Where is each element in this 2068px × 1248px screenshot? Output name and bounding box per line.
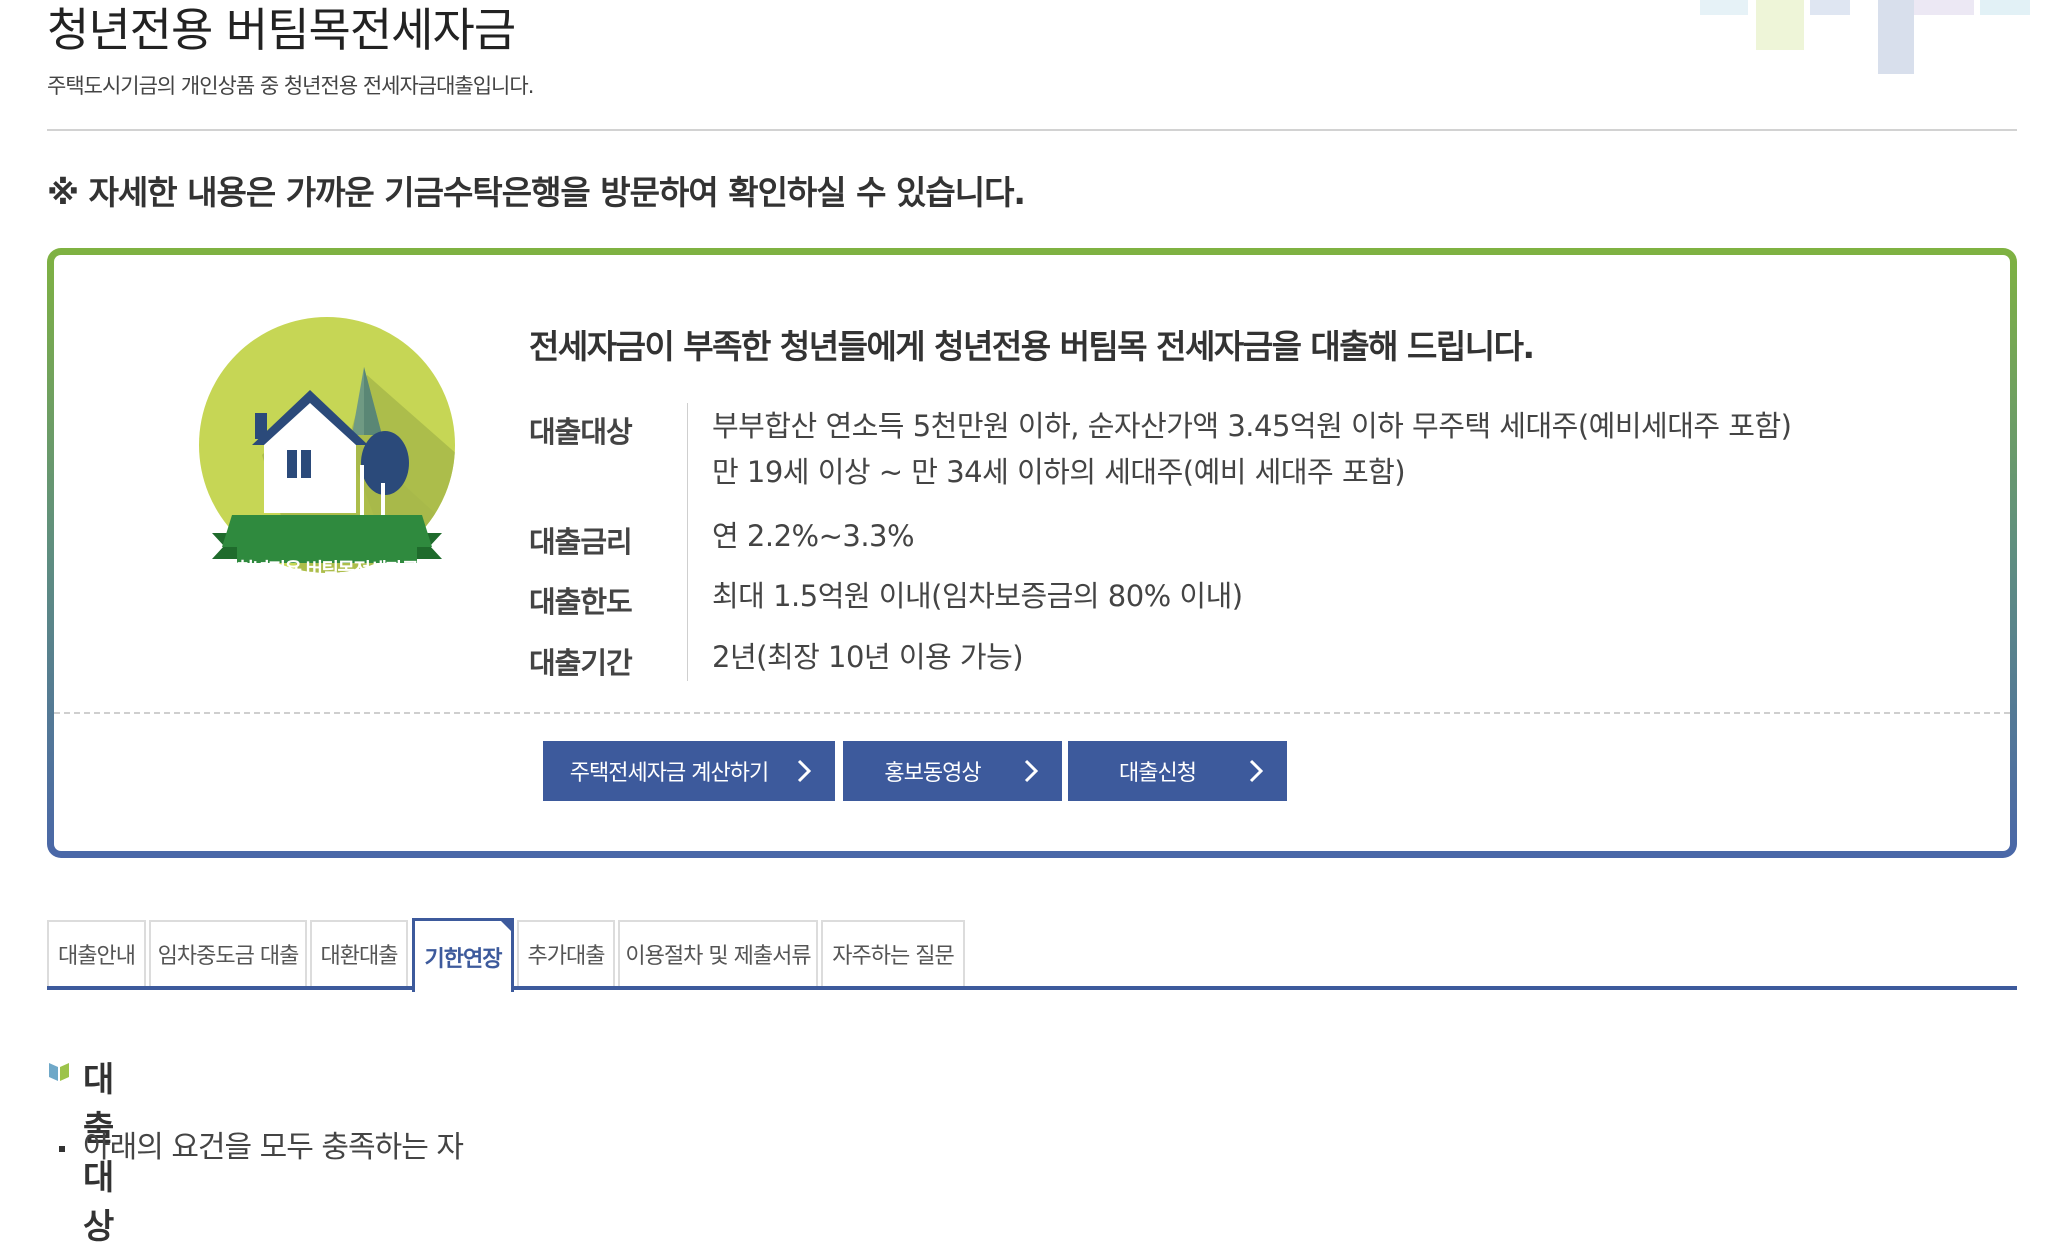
dashed-separator [54,712,2010,714]
loan-apply-button[interactable]: 대출신청 [1068,741,1287,801]
tab-procedure-documents[interactable]: 이용절차 및 제출서류 [618,920,818,986]
tab-label: 대환대출 [320,944,399,969]
tab-label: 기한연장 [424,946,503,972]
info-label: 대출한도 [529,585,633,619]
book-icon [49,1063,69,1081]
info-value: 최대 1.5억원 이내(임차보증금의 80% 이내) [712,573,1243,619]
bullet-dot [59,1146,65,1152]
header-decoration [1700,0,2040,80]
tab-baseline [47,986,2017,990]
info-label: 대출금리 [529,525,633,559]
chevron-right-icon [797,741,811,801]
promo-video-button[interactable]: 홍보동영상 [843,741,1062,801]
badge-label: 청년전용 버팀목전세자금 [236,559,419,581]
page-title: 청년전용 버팀목전세자금 [47,3,516,57]
tab-label: 자주하는 질문 [832,944,954,969]
notice-text: ※ 자세한 내용은 가까운 기금수탁은행을 방문하여 확인하실 수 있습니다. [47,173,1026,212]
tab-refinance-loan[interactable]: 대환대출 [310,920,408,986]
info-label: 대출기간 [529,646,633,680]
product-summary-box: 청년전용 버팀목전세자금 전세자금이 부족한 청년들에게 청년전용 버팀목 전세… [47,248,2017,858]
chevron-right-icon [1024,741,1038,801]
tab-bar: 대출안내 임차중도금 대출 대환대출 기한연장 추가대출 이용절차 및 제출서류… [47,918,2017,992]
product-headline: 전세자금이 부족한 청년들에게 청년전용 버팀목 전세자금을 대출해 드립니다. [529,327,1535,366]
promo-video-button-label: 홍보동영상 [884,761,981,786]
chevron-right-icon [1249,741,1263,801]
info-value-line: 부부합산 연소득 5천만원 이하, 순자산가액 3.45억원 이하 무주택 세대… [712,409,1792,443]
info-value-line: 만 19세 이상 ~ 만 34세 이하의 세대주(예비 세대주 포함) [712,455,1406,489]
tab-label: 임차중도금 대출 [157,944,300,969]
product-badge-house-icon [199,317,455,573]
info-label: 대출대상 [529,415,633,449]
tab-additional-loan[interactable]: 추가대출 [517,920,615,986]
calculator-button-label: 주택전세자금 계산하기 [569,761,769,786]
tab-interim-payment-loan[interactable]: 임차중도금 대출 [149,920,307,986]
tab-active-corner [498,918,514,934]
info-value-line: 최대 1.5억원 이내(임차보증금의 80% 이내) [712,579,1243,613]
info-value: 부부합산 연소득 5천만원 이하, 순자산가액 3.45억원 이하 무주택 세대… [712,403,1792,495]
title-divider [47,129,2017,131]
loan-apply-button-label: 대출신청 [1119,761,1197,786]
tab-faq[interactable]: 자주하는 질문 [821,920,965,986]
bullet-text: 아래의 요건을 모두 충족하는 자 [83,1130,464,1165]
tab-label: 추가대출 [527,944,606,969]
calculator-button[interactable]: 주택전세자금 계산하기 [543,741,835,801]
info-value: 연 2.2%~3.3% [712,513,915,559]
tab-label: 대출안내 [58,944,136,969]
tab-loan-guide[interactable]: 대출안내 [47,920,146,986]
tab-term-extension[interactable]: 기한연장 [412,918,514,992]
info-divider [687,403,688,681]
info-value: 2년(최장 10년 이용 가능) [712,634,1024,680]
info-value-line: 2년(최장 10년 이용 가능) [712,640,1024,674]
page-subtitle: 주택도시기금의 개인상품 중 청년전용 전세자금대출입니다. [47,74,534,98]
info-value-line: 연 2.2%~3.3% [712,519,915,553]
tab-label: 이용절차 및 제출서류 [625,944,811,969]
